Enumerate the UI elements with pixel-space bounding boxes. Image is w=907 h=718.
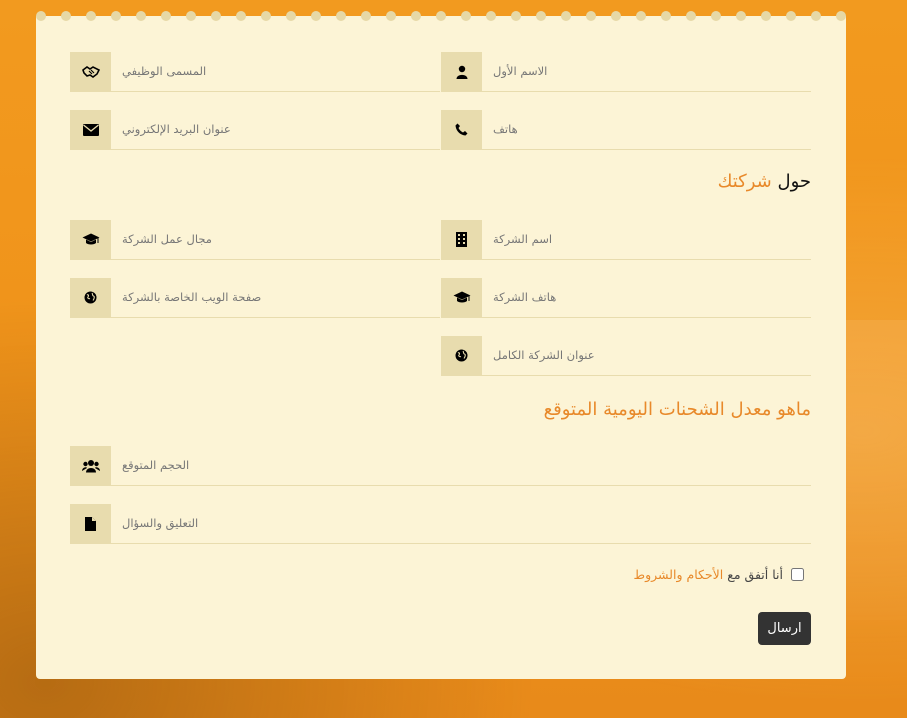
job-title-label: المسمى الوظيفي bbox=[122, 64, 207, 78]
email-label: عنوان البريد الإلكتروني bbox=[122, 122, 231, 136]
user-icon bbox=[441, 52, 482, 91]
full-address-field[interactable]: عنوان الشركة الكامل bbox=[441, 336, 811, 376]
globe-icon bbox=[441, 336, 482, 375]
phone-icon bbox=[441, 110, 482, 149]
terms-link[interactable]: الأحكام والشروط bbox=[634, 567, 724, 582]
industry-field[interactable]: مجال عمل الشركة bbox=[70, 220, 440, 260]
submit-button[interactable]: ارسال bbox=[758, 612, 811, 645]
industry-label: مجال عمل الشركة bbox=[122, 232, 212, 246]
expected-volume-field[interactable]: الحجم المتوقع bbox=[70, 446, 811, 486]
signup-form-card: المسمى الوظيفي الاسم الأول عنوان البريد … bbox=[36, 11, 846, 679]
company-section-title: حول شركتك bbox=[718, 171, 811, 192]
company-title-accent: شركتك bbox=[717, 171, 772, 192]
card-top-edge bbox=[36, 11, 846, 21]
globe-icon bbox=[70, 278, 111, 317]
company-name-field[interactable]: اسم الشركة bbox=[441, 220, 811, 260]
company-name-label: اسم الشركة bbox=[493, 232, 553, 246]
expected-volume-label: الحجم المتوقع bbox=[122, 458, 190, 472]
website-field[interactable]: صفحة الويب الخاصة بالشركة bbox=[70, 278, 440, 318]
building-icon bbox=[441, 220, 482, 259]
full-address-label: عنوان الشركة الكامل bbox=[493, 348, 595, 362]
job-title-field[interactable]: المسمى الوظيفي bbox=[70, 52, 440, 92]
handshake-icon bbox=[70, 52, 111, 91]
phone-field[interactable]: هاتف bbox=[441, 110, 811, 150]
graduation-cap-icon bbox=[441, 278, 482, 317]
envelope-icon bbox=[70, 110, 111, 149]
first-name-label: الاسم الأول bbox=[493, 64, 548, 78]
graduation-cap-icon bbox=[70, 220, 111, 259]
file-icon bbox=[70, 504, 111, 543]
company-phone-label: هاتف الشركة bbox=[493, 290, 557, 304]
terms-checkbox[interactable] bbox=[791, 568, 804, 581]
users-icon bbox=[70, 446, 111, 485]
comments-field[interactable]: التعليق والسؤال bbox=[70, 504, 811, 544]
shipments-section-title: ماهو معدل الشحنات اليومية المتوقع bbox=[543, 399, 811, 420]
first-name-field[interactable]: الاسم الأول bbox=[441, 52, 811, 92]
phone-label: هاتف bbox=[493, 122, 518, 136]
terms-text: أنا أتفق مع bbox=[727, 567, 783, 582]
company-phone-field[interactable]: هاتف الشركة bbox=[441, 278, 811, 318]
company-title-prefix: حول bbox=[777, 171, 811, 192]
email-field[interactable]: عنوان البريد الإلكتروني bbox=[70, 110, 440, 150]
website-label: صفحة الويب الخاصة بالشركة bbox=[122, 290, 262, 304]
comments-label: التعليق والسؤال bbox=[122, 516, 199, 530]
terms-agreement[interactable]: أنا أتفق مع الأحكام والشروط bbox=[634, 567, 804, 582]
